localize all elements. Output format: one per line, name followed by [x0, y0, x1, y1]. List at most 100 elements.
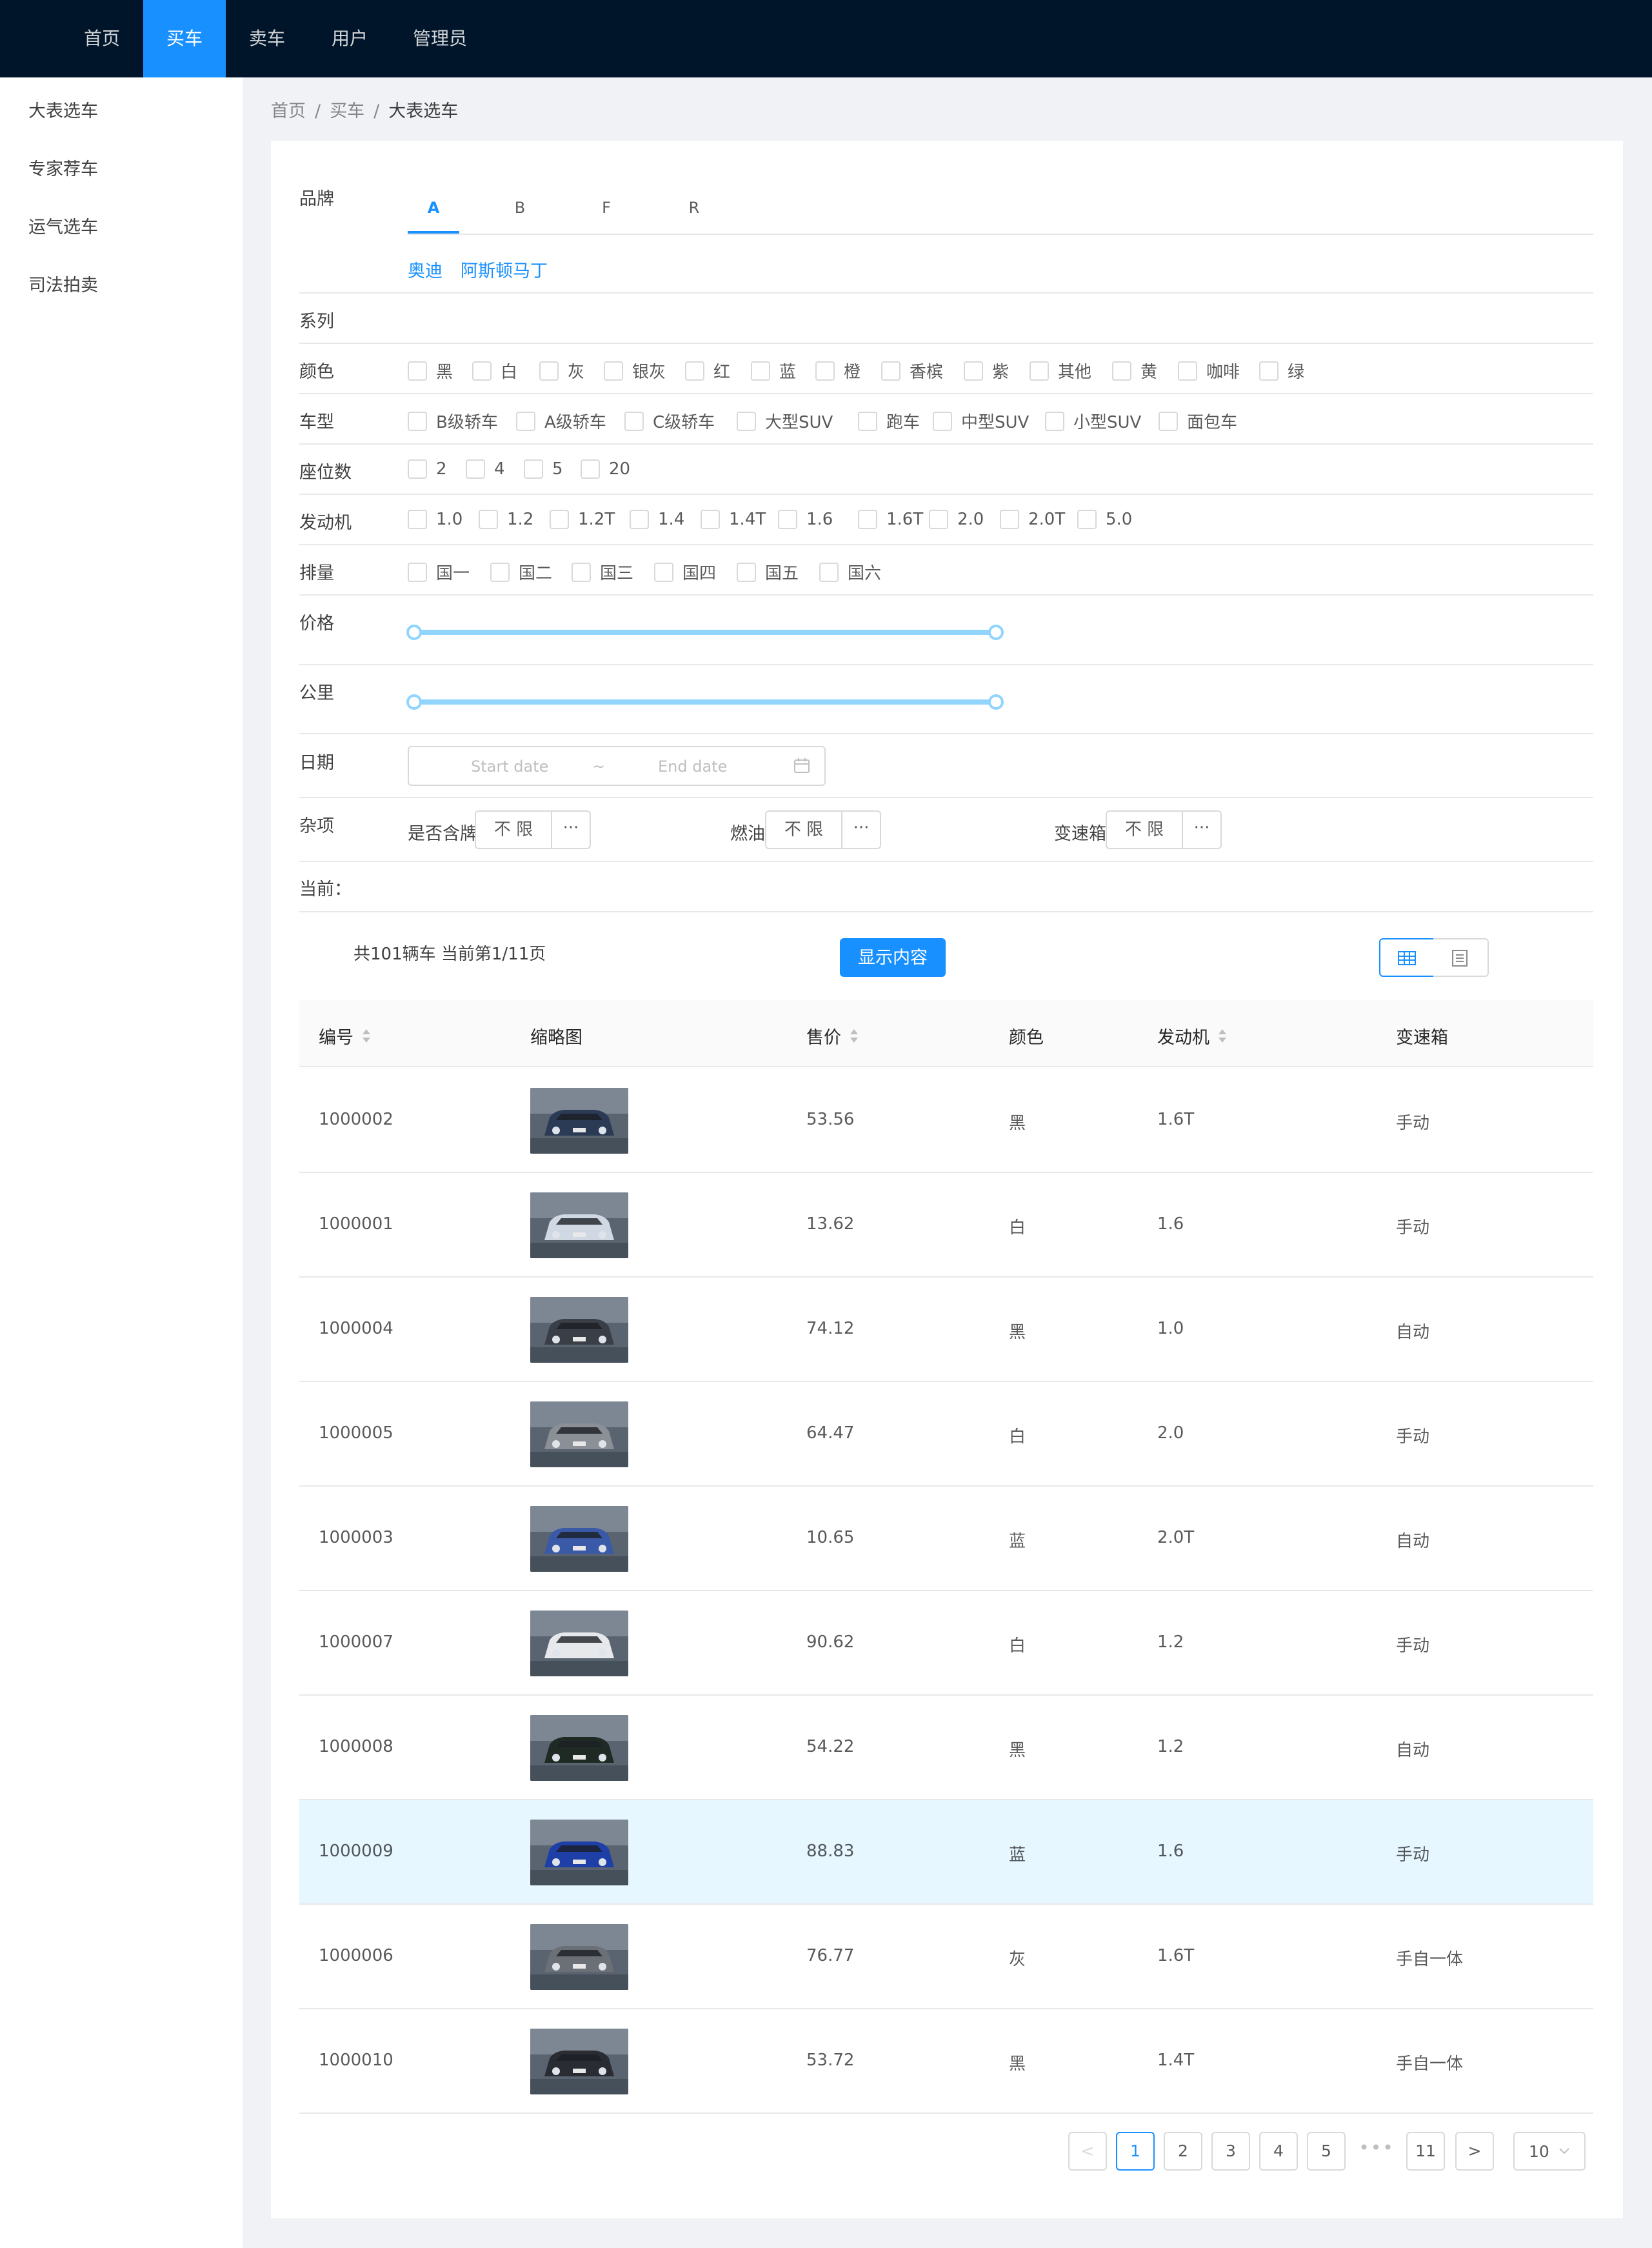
pagination-page-5[interactable]: 5 [1307, 2132, 1346, 2171]
color-option-checkbox[interactable]: 其他 [1030, 359, 1091, 383]
pagination-page-2[interactable]: 2 [1164, 2132, 1202, 2171]
body-type-option-checkbox[interactable]: 面包车 [1159, 409, 1237, 433]
checkbox-box[interactable] [408, 510, 427, 529]
checkbox-box[interactable] [466, 459, 485, 479]
car-thumbnail[interactable] [530, 2029, 628, 2094]
tab-brand-b[interactable]: B [494, 199, 546, 217]
body-type-option-checkbox[interactable]: C级轿车 [624, 409, 715, 433]
emission-option-checkbox[interactable]: 国六 [819, 560, 881, 584]
checkbox-box[interactable] [933, 411, 952, 431]
table-view-button[interactable] [1379, 938, 1435, 977]
checkbox-box[interactable] [516, 411, 535, 431]
checkbox-box[interactable] [819, 562, 839, 582]
pagination-page-1[interactable]: 1 [1116, 2132, 1155, 2171]
body-type-option-checkbox[interactable]: 跑车 [858, 409, 920, 433]
fuel-more-button[interactable]: ··· [842, 810, 881, 849]
engine-option-checkbox[interactable]: 1.6 [778, 510, 833, 529]
checkbox-box[interactable] [737, 562, 756, 582]
sidebar-item-luck[interactable]: 运气选车 [28, 213, 98, 238]
car-thumbnail[interactable] [530, 1611, 628, 1676]
price-slider-min-handle[interactable] [406, 625, 422, 640]
plate-select[interactable]: 不 限 [475, 810, 552, 849]
emission-option-checkbox[interactable]: 国三 [572, 560, 633, 584]
breadcrumb-home[interactable]: 首页 [271, 101, 306, 121]
checkbox-box[interactable] [654, 562, 673, 582]
engine-option-checkbox[interactable]: 1.0 [408, 510, 463, 529]
body-type-option-checkbox[interactable]: B级轿车 [408, 409, 498, 433]
pagination-next-button[interactable]: > [1455, 2132, 1494, 2171]
nav-item-buy[interactable]: 买车 [143, 0, 226, 77]
color-option-checkbox[interactable]: 银灰 [604, 359, 666, 383]
checkbox-box[interactable] [1259, 361, 1279, 381]
checkbox-box[interactable] [472, 361, 492, 381]
brand-link-aston-martin[interactable]: 阿斯顿马丁 [461, 257, 548, 282]
checkbox-box[interactable] [630, 510, 649, 529]
mileage-slider-max-handle[interactable] [988, 694, 1004, 710]
table-row[interactable]: 1000004 74.12 黑 1.0 自动 [299, 1278, 1593, 1382]
checkbox-box[interactable] [479, 510, 498, 529]
mileage-slider-track[interactable] [414, 699, 996, 705]
pagination-ellipsis[interactable]: ••• [1357, 2132, 1396, 2171]
page-size-select[interactable]: 10 [1513, 2132, 1586, 2171]
engine-option-checkbox[interactable]: 5.0 [1077, 510, 1132, 529]
sort-icon[interactable] [849, 1028, 858, 1045]
engine-option-checkbox[interactable]: 1.4T [701, 510, 766, 529]
checkbox-box[interactable] [408, 411, 427, 431]
checkbox-box[interactable] [858, 411, 877, 431]
table-row[interactable]: 1000007 90.62 白 1.2 手动 [299, 1591, 1593, 1696]
checkbox-box[interactable] [1178, 361, 1197, 381]
end-date-input[interactable]: End date [658, 758, 727, 776]
car-thumbnail[interactable] [530, 1192, 628, 1258]
seats-option-checkbox[interactable]: 2 [408, 459, 447, 479]
pagination-page-last[interactable]: 11 [1406, 2132, 1445, 2171]
color-option-checkbox[interactable]: 灰 [539, 359, 584, 383]
nav-item-home[interactable]: 首页 [67, 0, 137, 77]
mileage-slider-min-handle[interactable] [406, 694, 422, 710]
tab-brand-r[interactable]: R [668, 199, 720, 217]
nav-item-sell[interactable]: 卖车 [232, 0, 302, 77]
checkbox-box[interactable] [778, 510, 797, 529]
engine-option-checkbox[interactable]: 1.2 [479, 510, 533, 529]
color-option-checkbox[interactable]: 黑 [408, 359, 453, 383]
checkbox-box[interactable] [408, 459, 427, 479]
body-type-option-checkbox[interactable]: A级轿车 [516, 409, 606, 433]
checkbox-box[interactable] [572, 562, 591, 582]
checkbox-box[interactable] [1077, 510, 1097, 529]
column-header-price[interactable]: 售价 [806, 1023, 858, 1049]
body-type-option-checkbox[interactable]: 小型SUV [1045, 409, 1141, 433]
body-type-option-checkbox[interactable]: 大型SUV [737, 409, 833, 433]
seats-option-checkbox[interactable]: 5 [524, 459, 563, 479]
start-date-input[interactable]: Start date [471, 758, 548, 776]
sidebar-item-expert[interactable]: 专家荐车 [28, 155, 98, 180]
checkbox-box[interactable] [815, 361, 835, 381]
checkbox-box[interactable] [1030, 361, 1049, 381]
checkbox-box[interactable] [701, 510, 720, 529]
fuel-select[interactable]: 不 限 [765, 810, 842, 849]
table-row[interactable]: 1000010 53.72 黑 1.4T 手自一体 [299, 2009, 1593, 2114]
column-header-id[interactable]: 编号 [319, 1023, 370, 1049]
checkbox-box[interactable] [1112, 361, 1131, 381]
table-row[interactable]: 1000002 53.56 黑 1.6T 手动 [299, 1069, 1593, 1173]
sidebar-item-table-select[interactable]: 大表选车 [28, 97, 98, 122]
color-option-checkbox[interactable]: 咖啡 [1178, 359, 1240, 383]
tab-brand-a[interactable]: A [408, 199, 459, 217]
engine-option-checkbox[interactable]: 2.0 [929, 510, 984, 529]
list-view-button[interactable] [1433, 938, 1489, 977]
seats-option-checkbox[interactable]: 4 [466, 459, 505, 479]
nav-item-user[interactable]: 用户 [315, 0, 384, 77]
emission-option-checkbox[interactable]: 国五 [737, 560, 799, 584]
checkbox-box[interactable] [1159, 411, 1178, 431]
checkbox-box[interactable] [490, 562, 510, 582]
color-option-checkbox[interactable]: 蓝 [751, 359, 796, 383]
checkbox-box[interactable] [1045, 411, 1064, 431]
table-row[interactable]: 1000005 64.47 白 2.0 手动 [299, 1382, 1593, 1487]
car-thumbnail[interactable] [530, 1401, 628, 1467]
color-option-checkbox[interactable]: 橙 [815, 359, 861, 383]
body-type-option-checkbox[interactable]: 中型SUV [933, 409, 1029, 433]
table-row[interactable]: 1000003 10.65 蓝 2.0T 自动 [299, 1487, 1593, 1591]
emission-option-checkbox[interactable]: 国四 [654, 560, 716, 584]
car-thumbnail[interactable] [530, 1820, 628, 1885]
checkbox-box[interactable] [408, 562, 427, 582]
checkbox-box[interactable] [751, 361, 770, 381]
car-thumbnail[interactable] [530, 1506, 628, 1572]
